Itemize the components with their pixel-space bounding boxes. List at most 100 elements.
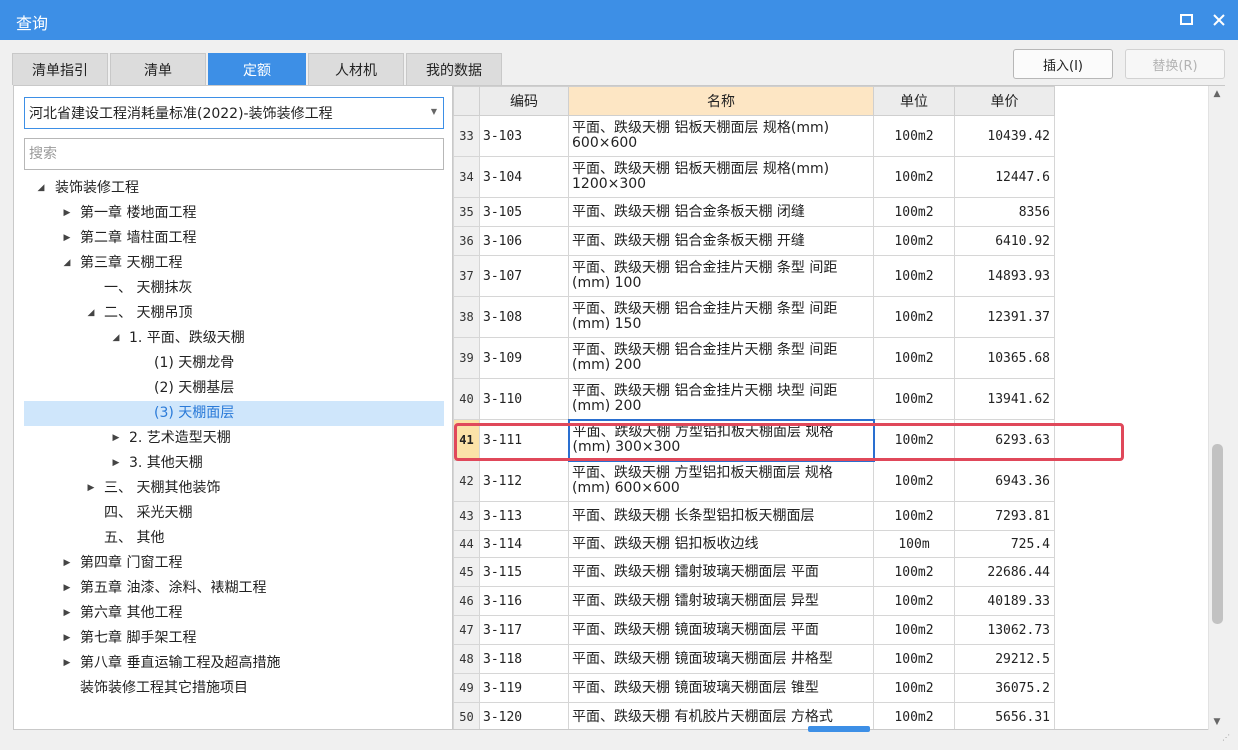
column-header-name[interactable]: 名称 (568, 86, 874, 116)
row-number-cell[interactable]: 39 (453, 337, 480, 379)
tree-node[interactable]: 四、 采光天棚 (24, 501, 444, 526)
table-row[interactable]: 50 3-120 平面、跌级天棚 有机胶片天棚面层 方格式 100m2 5656.31 (453, 702, 1055, 729)
code-cell[interactable]: 3-117 (479, 615, 569, 645)
triangle-right-icon[interactable]: ▶ (60, 551, 74, 576)
unit-cell[interactable]: 100m2 (873, 460, 955, 502)
tab-labor-material-machine[interactable]: 人材机 (308, 53, 404, 85)
row-number-cell[interactable]: 48 (453, 644, 480, 674)
table-row[interactable]: 36 3-106 平面、跌级天棚 铝合金条板天棚 开缝 100m2 6410.92 (453, 226, 1055, 256)
unit-cell[interactable]: 100m2 (873, 226, 955, 256)
table-row[interactable]: 44 3-114 平面、跌级天棚 铝扣板收边线 100m 725.4 (453, 530, 1055, 558)
table-row[interactable]: 37 3-107 平面、跌级天棚 铝合金挂片天棚 条型 间距(mm) 100 100m… (453, 255, 1055, 297)
name-cell[interactable]: 平面、跌级天棚 长条型铝扣板天棚面层 (568, 501, 874, 531)
vertical-scrollbar[interactable]: ▲ ▼ (1208, 86, 1225, 730)
code-cell[interactable]: 3-105 (479, 197, 569, 227)
unit-cell[interactable]: 100m2 (873, 337, 955, 379)
unit-cell[interactable]: 100m2 (873, 255, 955, 297)
price-cell[interactable]: 725.4 (954, 530, 1055, 558)
row-number-cell[interactable]: 35 (453, 197, 480, 227)
price-cell[interactable]: 29212.5 (954, 644, 1055, 674)
code-cell[interactable]: 3-116 (479, 586, 569, 616)
tree-node[interactable]: ▶ 第八章 垂直运输工程及超高措施 (24, 651, 444, 676)
name-cell[interactable]: 平面、跌级天棚 铝合金挂片天棚 条型 间距(mm) 200 (568, 337, 874, 379)
horizontal-scroll-indicator[interactable] (808, 726, 870, 732)
code-cell[interactable]: 3-108 (479, 296, 569, 338)
code-cell[interactable]: 3-107 (479, 255, 569, 297)
unit-cell[interactable]: 100m2 (873, 702, 955, 729)
triangle-right-icon[interactable]: ▶ (60, 226, 74, 251)
price-cell[interactable]: 12447.6 (954, 156, 1055, 198)
scrollbar-thumb[interactable] (1212, 444, 1223, 624)
price-cell[interactable]: 6410.92 (954, 226, 1055, 256)
tab-quota[interactable]: 定额 (208, 53, 306, 85)
tree-node[interactable]: ▶ 第四章 门窗工程 (24, 551, 444, 576)
row-number-cell[interactable]: 41 (453, 419, 480, 461)
tab-my-data[interactable]: 我的数据 (406, 53, 502, 85)
maximize-button[interactable] (1176, 9, 1198, 31)
row-number-cell[interactable]: 43 (453, 501, 480, 531)
row-number-cell[interactable]: 42 (453, 460, 480, 502)
price-cell[interactable]: 40189.33 (954, 586, 1055, 616)
name-cell[interactable]: 平面、跌级天棚 铝板天棚面层 规格(mm) 600×600 (568, 115, 874, 157)
price-cell[interactable]: 6943.36 (954, 460, 1055, 502)
search-input[interactable] (24, 138, 444, 170)
name-cell[interactable]: 平面、跌级天棚 铝合金挂片天棚 条型 间距(mm) 100 (568, 255, 874, 297)
insert-button[interactable]: 插入(I) (1013, 49, 1113, 79)
tree-node[interactable]: ▶ 第七章 脚手架工程 (24, 626, 444, 651)
name-cell[interactable]: 平面、跌级天棚 方型铝扣板天棚面层 规格(mm) 600×600 (568, 460, 874, 502)
code-cell[interactable]: 3-106 (479, 226, 569, 256)
triangle-right-icon[interactable]: ▶ (60, 201, 74, 226)
name-cell[interactable]: 平面、跌级天棚 方型铝扣板天棚面层 规格(mm) 300×300 (567, 418, 875, 462)
column-header-code[interactable]: 编码 (479, 86, 569, 116)
price-cell[interactable]: 22686.44 (954, 557, 1055, 587)
row-number-cell[interactable]: 33 (453, 115, 480, 157)
table-row[interactable]: 42 3-112 平面、跌级天棚 方型铝扣板天棚面层 规格(mm) 600×600 1… (453, 460, 1055, 502)
table-row[interactable]: 46 3-116 平面、跌级天棚 镭射玻璃天棚面层 异型 100m2 40189.33 (453, 586, 1055, 616)
column-header-unit[interactable]: 单位 (873, 86, 955, 116)
unit-cell[interactable]: 100m2 (873, 673, 955, 703)
price-cell[interactable]: 5656.31 (954, 702, 1055, 729)
price-cell[interactable]: 8356 (954, 197, 1055, 227)
price-cell[interactable]: 13062.73 (954, 615, 1055, 645)
tab-bill-guide[interactable]: 清单指引 (12, 53, 108, 85)
unit-cell[interactable]: 100m2 (873, 615, 955, 645)
table-row[interactable]: 34 3-104 平面、跌级天棚 铝板天棚面层 规格(mm) 1200×300 100… (453, 156, 1055, 198)
unit-cell[interactable]: 100m (873, 530, 955, 558)
unit-cell[interactable]: 100m2 (873, 156, 955, 198)
triangle-right-icon[interactable]: ▶ (60, 651, 74, 676)
unit-cell[interactable]: 100m2 (873, 296, 955, 338)
name-cell[interactable]: 平面、跌级天棚 镜面玻璃天棚面层 锥型 (568, 673, 874, 703)
unit-cell[interactable]: 100m2 (873, 419, 955, 461)
table-row[interactable]: 43 3-113 平面、跌级天棚 长条型铝扣板天棚面层 100m2 7293.81 (453, 501, 1055, 531)
name-cell[interactable]: 平面、跌级天棚 镜面玻璃天棚面层 平面 (568, 615, 874, 645)
tree-node[interactable]: ◢ 1. 平面、跌级天棚 (24, 326, 444, 351)
tree-node[interactable]: ▶ 第五章 油漆、涂料、裱糊工程 (24, 576, 444, 601)
code-cell[interactable]: 3-118 (479, 644, 569, 674)
name-cell[interactable]: 平面、跌级天棚 铝合金挂片天棚 块型 间距(mm) 200 (568, 378, 874, 420)
name-cell[interactable]: 平面、跌级天棚 铝板天棚面层 规格(mm) 1200×300 (568, 156, 874, 198)
replace-button[interactable]: 替换(R) (1125, 49, 1225, 79)
table-row[interactable]: 49 3-119 平面、跌级天棚 镜面玻璃天棚面层 锥型 100m2 36075.2 (453, 673, 1055, 703)
code-cell[interactable]: 3-111 (479, 419, 569, 461)
code-cell[interactable]: 3-114 (479, 530, 569, 558)
triangle-down-icon[interactable]: ◢ (60, 251, 74, 276)
name-cell[interactable]: 平面、跌级天棚 铝扣板收边线 (568, 530, 874, 558)
triangle-right-icon[interactable]: ▶ (109, 426, 123, 451)
table-row[interactable]: 41 3-111 平面、跌级天棚 方型铝扣板天棚面层 规格(mm) 300×300 1… (453, 418, 1055, 462)
code-cell[interactable]: 3-113 (479, 501, 569, 531)
price-cell[interactable]: 10365.68 (954, 337, 1055, 379)
code-cell[interactable]: 3-120 (479, 702, 569, 729)
triangle-right-icon[interactable]: ▶ (60, 601, 74, 626)
triangle-down-icon[interactable]: ◢ (34, 176, 48, 201)
price-cell[interactable]: 13941.62 (954, 378, 1055, 420)
row-number-cell[interactable]: 34 (453, 156, 480, 198)
tree-node[interactable]: ◢ 装饰装修工程 (24, 176, 444, 201)
code-cell[interactable]: 3-119 (479, 673, 569, 703)
row-number-cell[interactable]: 38 (453, 296, 480, 338)
code-cell[interactable]: 3-104 (479, 156, 569, 198)
row-number-cell[interactable]: 36 (453, 226, 480, 256)
price-cell[interactable]: 6293.63 (954, 419, 1055, 461)
unit-cell[interactable]: 100m2 (873, 501, 955, 531)
library-select[interactable]: 河北省建设工程消耗量标准(2022)-装饰装修工程 ▼ (24, 97, 444, 129)
table-row[interactable]: 40 3-110 平面、跌级天棚 铝合金挂片天棚 块型 间距(mm) 200 100m… (453, 378, 1055, 420)
